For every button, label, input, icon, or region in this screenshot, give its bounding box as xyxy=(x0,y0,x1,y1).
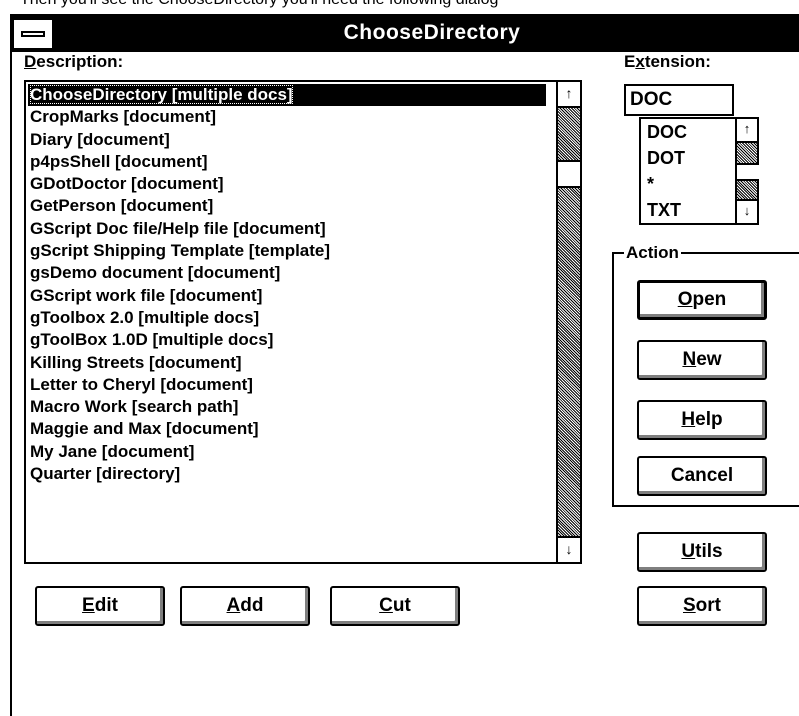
extension-option[interactable]: DOC xyxy=(643,120,731,146)
extension-label: Extension: xyxy=(624,52,711,71)
edit-button[interactable]: Edit xyxy=(35,586,165,626)
description-list-items: ChooseDirectory [multiple docs] CropMarks… xyxy=(28,84,546,560)
description-label: Description: xyxy=(24,52,124,71)
cancel-button[interactable]: Cancel xyxy=(637,456,767,496)
extension-input[interactable]: DOC xyxy=(624,84,734,116)
open-button[interactable]: Open xyxy=(637,280,767,320)
list-item[interactable]: Killing Streets [document] xyxy=(28,352,546,374)
extension-option[interactable]: * xyxy=(643,172,731,198)
scroll-down-arrow-icon[interactable]: ↓ xyxy=(737,199,757,223)
description-scrollbar[interactable]: ↑ ↓ xyxy=(556,82,580,562)
scroll-thumb[interactable] xyxy=(737,163,759,181)
list-item[interactable]: Maggie and Max [document] xyxy=(28,418,546,440)
new-button[interactable]: New xyxy=(637,340,767,380)
list-item[interactable]: Macro Work [search path] xyxy=(28,396,546,418)
add-button[interactable]: Add xyxy=(180,586,310,626)
extension-scrollbar[interactable]: ↑ ↓ xyxy=(735,119,759,223)
utils-button[interactable]: Utils xyxy=(637,532,767,572)
list-item[interactable]: Diary [document] xyxy=(28,129,546,151)
cut-button[interactable]: Cut xyxy=(330,586,460,626)
extension-option[interactable]: TXT xyxy=(643,198,731,224)
scroll-up-arrow-icon[interactable]: ↑ xyxy=(737,119,757,143)
system-menu-icon[interactable] xyxy=(14,20,54,48)
extension-listbox[interactable]: DOC DOT * TXT ↑ ↓ xyxy=(639,117,759,225)
scroll-up-arrow-icon[interactable]: ↑ xyxy=(558,82,580,108)
list-item[interactable]: Quarter [directory] xyxy=(28,463,546,485)
list-item[interactable]: gToolbox 2.0 [multiple docs] xyxy=(28,307,546,329)
list-item[interactable]: Letter to Cheryl [document] xyxy=(28,374,546,396)
help-button[interactable]: Help xyxy=(637,400,767,440)
scroll-thumb[interactable] xyxy=(558,160,580,188)
scroll-down-arrow-icon[interactable]: ↓ xyxy=(558,536,580,562)
list-item[interactable]: p4psShell [document] xyxy=(28,151,546,173)
list-item[interactable]: GDotDoctor [document] xyxy=(28,173,546,195)
list-item[interactable]: GetPerson [document] xyxy=(28,195,546,217)
description-listbox[interactable]: ChooseDirectory [multiple docs] CropMarks… xyxy=(24,80,582,564)
list-item[interactable]: ChooseDirectory [multiple docs] xyxy=(28,84,546,107)
extension-option[interactable]: DOT xyxy=(643,146,731,172)
sort-button[interactable]: Sort xyxy=(637,586,767,626)
window-title: ChooseDirectory xyxy=(343,21,521,44)
list-item[interactable]: GScript work file [document] xyxy=(28,285,546,307)
list-item[interactable]: gToolBox 1.0D [multiple docs] xyxy=(28,329,546,351)
title-bar: ChooseDirectory xyxy=(12,16,799,52)
action-group-label: Action xyxy=(624,243,681,263)
list-item[interactable]: CropMarks [document] xyxy=(28,106,546,128)
extension-list-items: DOC DOT * TXT xyxy=(643,120,731,224)
list-item[interactable]: gScript Shipping Template [template] xyxy=(28,240,546,262)
list-item[interactable]: GScript Doc file/Help file [document] xyxy=(28,218,546,240)
list-item[interactable]: gsDemo document [document] xyxy=(28,262,546,284)
list-item[interactable]: My Jane [document] xyxy=(28,441,546,463)
